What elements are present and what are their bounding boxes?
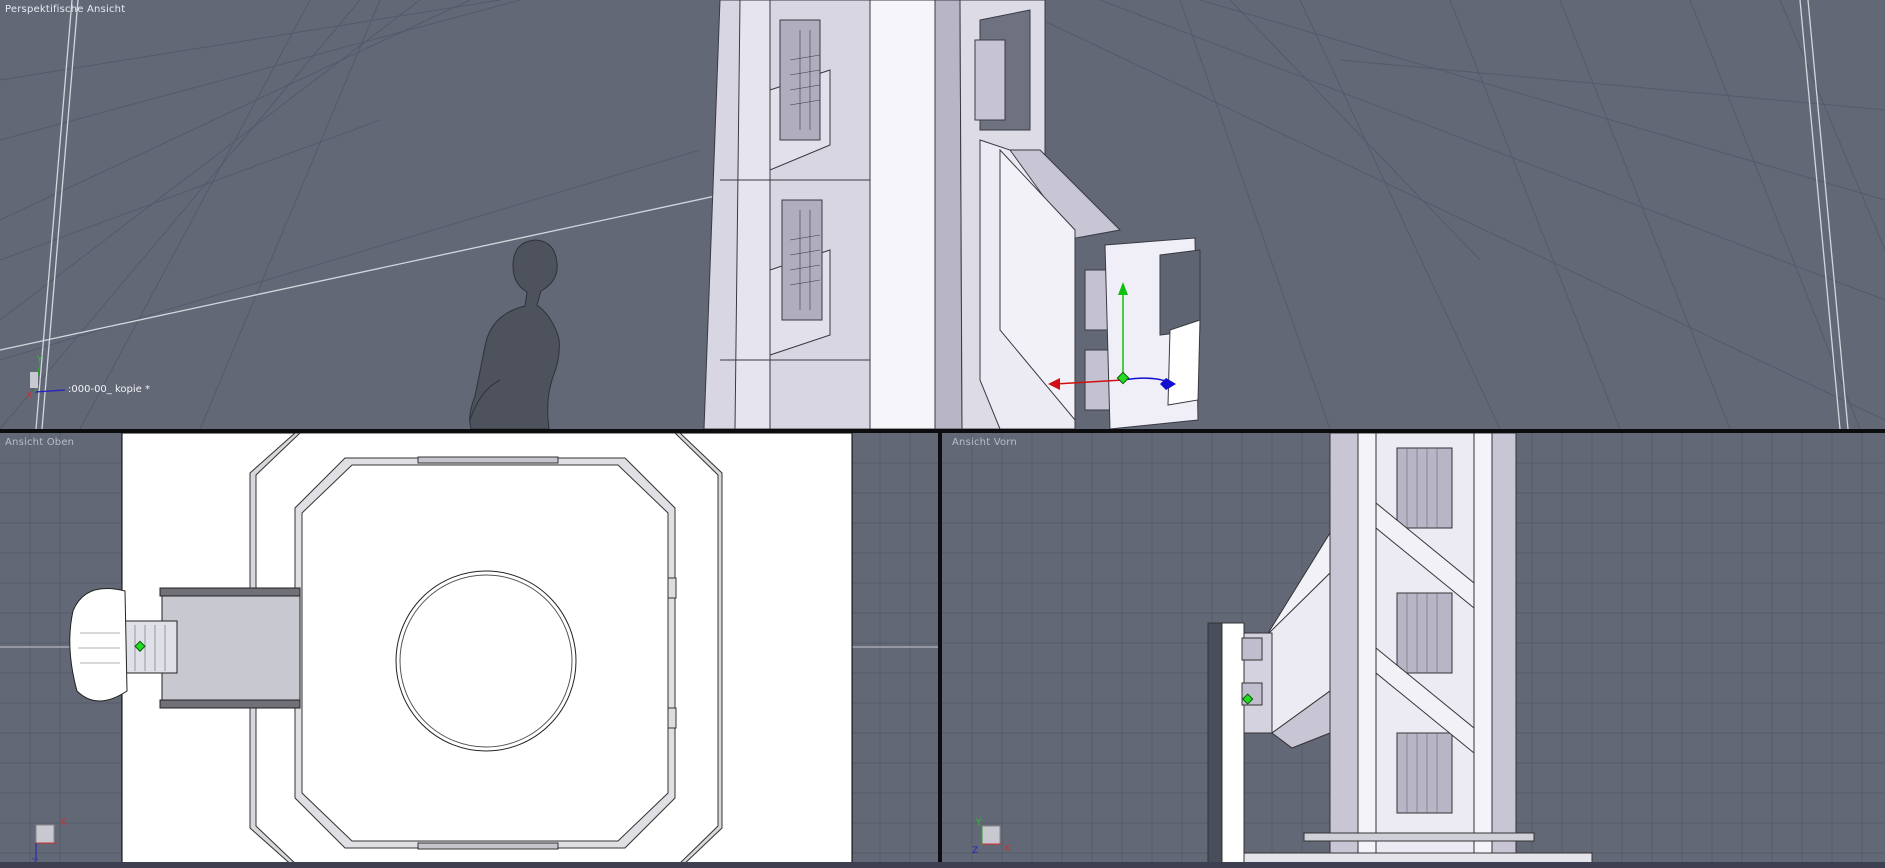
front-axis-x-label: X (1004, 844, 1010, 854)
top-scene: X Z (0, 433, 938, 868)
front-axis-indicator: Y X Z (972, 818, 1010, 856)
top-arm-plan[interactable] (69, 587, 301, 709)
modeling-app: Y X Perspektifische Ansicht :000-00_ kop… (0, 0, 1885, 868)
front-tower-elevation[interactable] (1207, 433, 1593, 868)
front-viewport-title: Ansicht Vorn (952, 437, 1017, 448)
tower-model[interactable] (703, 0, 1201, 429)
top-viewport[interactable]: X Z Ansicht Oben (0, 433, 938, 868)
top-tower-plan[interactable] (249, 433, 723, 868)
perspective-viewport[interactable]: Y X Perspektifische Ansicht :000-00_ kop… (0, 0, 1885, 429)
status-strip (0, 862, 1885, 868)
front-axis-y-label: Y (975, 818, 982, 828)
top-viewport-title: Ansicht Oben (5, 437, 75, 448)
front-scene: Y X Z (942, 433, 1885, 868)
front-viewport[interactable]: Y X Z Ansicht Vorn (942, 433, 1885, 868)
human-figure[interactable] (469, 239, 560, 429)
front-axis-z-label: Z (972, 846, 978, 856)
axis-y-label: Y (36, 355, 43, 365)
perspective-scene: Y X (0, 0, 1885, 429)
top-axis-x-label: X (60, 818, 66, 828)
perspective-viewport-title: Perspektifische Ansicht (5, 4, 126, 15)
axis-x-label: X (26, 391, 32, 401)
selected-object-name: :000-00_ kopie * (68, 384, 150, 395)
top-axis-indicator: X Z (32, 818, 66, 868)
